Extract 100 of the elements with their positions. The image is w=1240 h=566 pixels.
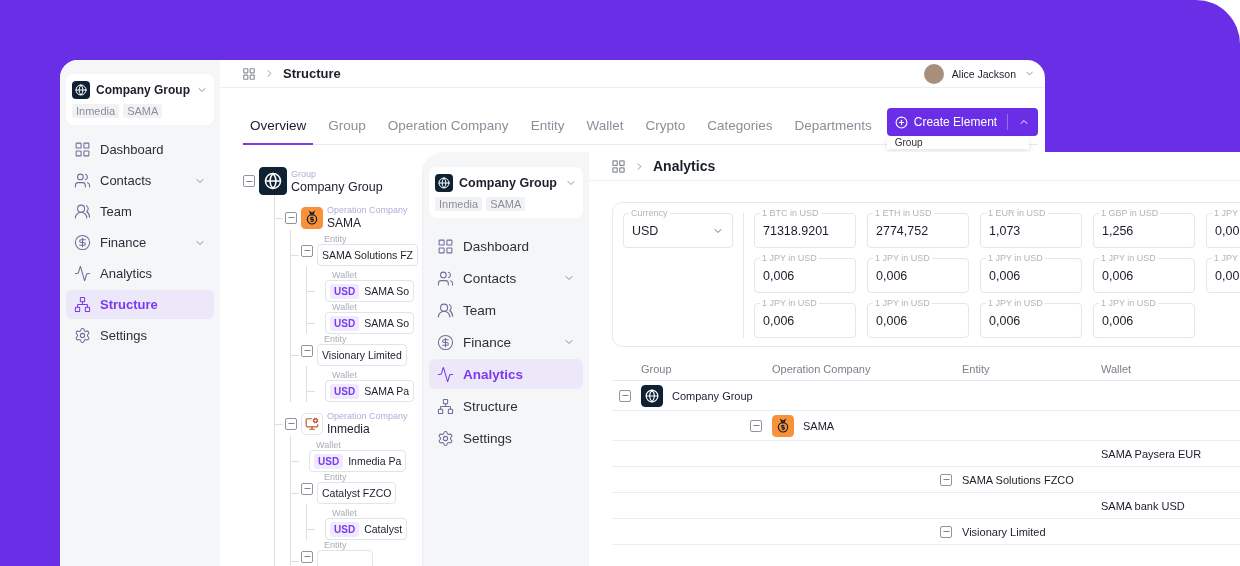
field-value: 0,00 bbox=[1215, 223, 1240, 238]
field-value: 0,006 bbox=[1102, 268, 1135, 283]
entity-card[interactable]: Catalyst FZCO bbox=[317, 482, 397, 504]
company-name: Company Group bbox=[459, 176, 558, 190]
company-tag: Inmedia bbox=[72, 104, 120, 118]
collapse-toggle[interactable] bbox=[285, 417, 297, 430]
field-label: 1 JPY in USD bbox=[986, 298, 1045, 309]
nav-item[interactable]: Finance bbox=[66, 228, 214, 257]
wallet-card[interactable]: USD Catalyst bbox=[325, 518, 408, 540]
currency-badge: USD bbox=[314, 453, 344, 469]
node-name: Visionary Limited bbox=[322, 349, 402, 361]
pulse-icon bbox=[437, 365, 454, 383]
nav-item[interactable]: Finance bbox=[429, 327, 583, 357]
field-value: 0,006 bbox=[989, 268, 1022, 283]
field-label: 1 JPY bbox=[1212, 208, 1240, 219]
nav-item[interactable]: Contacts bbox=[66, 166, 214, 195]
plus-icon bbox=[894, 115, 908, 129]
node-type-label: Entity bbox=[323, 541, 348, 550]
entity-card[interactable]: SAMA Solutions FZ bbox=[317, 244, 419, 266]
entity-card[interactable]: Visionary Limited bbox=[317, 344, 407, 366]
users-icon bbox=[437, 269, 454, 287]
nav-item[interactable]: Structure bbox=[429, 391, 583, 421]
company-tag: SAMA bbox=[486, 197, 526, 211]
pulse-icon bbox=[74, 265, 91, 282]
field-value: 0,006 bbox=[1102, 313, 1135, 328]
collapse-toggle[interactable] bbox=[301, 550, 313, 563]
node-name: SAMA So bbox=[364, 285, 410, 297]
currency-badge: USD bbox=[330, 521, 360, 537]
page-title: Analytics bbox=[653, 158, 717, 174]
company-switcher[interactable]: Company Group Inmedia SAMA bbox=[66, 74, 214, 125]
create-element-button[interactable]: Create Element bbox=[886, 108, 1039, 136]
node-type-label: Entity bbox=[323, 473, 348, 482]
collapse-toggle[interactable] bbox=[301, 482, 313, 495]
coin-icon bbox=[74, 234, 91, 251]
field-value: 2774,752 bbox=[876, 223, 930, 238]
node-name: Catalyst bbox=[364, 523, 403, 535]
nav-item[interactable]: Dashboard bbox=[429, 231, 583, 261]
field-label: 1 JPY in USD bbox=[986, 253, 1045, 264]
wallet-card[interactable]: USD Inmedia Pa bbox=[309, 450, 407, 472]
collapse-toggle[interactable] bbox=[243, 175, 255, 187]
company-tag: SAMA bbox=[123, 104, 163, 118]
nav-item[interactable]: Analytics bbox=[429, 359, 583, 389]
collapse-toggle[interactable] bbox=[750, 419, 762, 432]
currency-badge: USD bbox=[330, 283, 360, 299]
collapse-toggle[interactable] bbox=[940, 525, 952, 538]
grid-icon bbox=[611, 158, 626, 174]
nav-item[interactable]: Settings bbox=[429, 423, 583, 453]
field-label: 1 JPY in USD bbox=[1099, 253, 1158, 264]
node-type-label: Operation Company bbox=[327, 205, 408, 215]
currency-badge: USD bbox=[330, 315, 360, 331]
column-header: Group bbox=[641, 362, 673, 375]
monitor-chart-logo-icon bbox=[301, 412, 323, 435]
globe-logo-icon bbox=[435, 174, 453, 192]
nav-item[interactable]: Contacts bbox=[429, 263, 583, 293]
table-cell: SAMA bbox=[803, 419, 835, 432]
collapse-toggle[interactable] bbox=[301, 344, 313, 357]
menu-item[interactable]: Group bbox=[894, 137, 923, 148]
globe-logo-icon bbox=[72, 81, 90, 99]
collapse-toggle[interactable] bbox=[940, 473, 952, 486]
nav-item[interactable]: Team bbox=[429, 295, 583, 325]
table-cell: SAMA Solutions FZCO bbox=[962, 473, 1074, 486]
node-name: Inmedia bbox=[327, 422, 371, 436]
node-type-label: Operation Company bbox=[327, 411, 408, 421]
node-name: SAMA Solutions FZ bbox=[322, 249, 414, 261]
nav-item[interactable]: Team bbox=[66, 197, 214, 226]
team-icon bbox=[74, 203, 91, 220]
nav-item[interactable]: Structure bbox=[66, 290, 214, 319]
nav-item[interactable]: Analytics bbox=[66, 259, 214, 288]
user-name[interactable]: Alice Jackson bbox=[951, 67, 1016, 80]
field-value: 71318.9201 bbox=[763, 223, 831, 238]
wallet-card[interactable]: USD SAMA So bbox=[325, 312, 415, 334]
field-value: 0,006 bbox=[763, 268, 796, 283]
nav-item[interactable]: Settings bbox=[66, 321, 214, 350]
company-name: Company Group bbox=[96, 83, 190, 97]
wallet-card[interactable]: USD SAMA So bbox=[325, 280, 415, 302]
hierarchy-icon bbox=[437, 397, 454, 415]
user-avatar bbox=[923, 63, 944, 84]
globe-logo-icon bbox=[259, 167, 287, 195]
settings-icon bbox=[74, 327, 91, 344]
node-name: SAMA So bbox=[364, 317, 410, 329]
dashboard-icon bbox=[437, 237, 454, 255]
wallet-card[interactable]: USD SAMA Pa bbox=[325, 380, 415, 402]
nav-item[interactable]: Dashboard bbox=[66, 135, 214, 164]
tab[interactable]: Overview bbox=[243, 118, 314, 145]
field-label: 1 JPY in USD bbox=[760, 253, 819, 264]
collapse-toggle[interactable] bbox=[301, 244, 313, 257]
dashboard-icon bbox=[74, 141, 91, 158]
coin-icon bbox=[437, 333, 454, 351]
node-type-label: Entity bbox=[323, 335, 348, 344]
column-header: Wallet bbox=[1101, 362, 1133, 375]
collapse-toggle[interactable] bbox=[619, 389, 631, 402]
company-switcher[interactable]: Company Group Inmedia SAMA bbox=[429, 167, 583, 218]
field-label: 1 JPY bbox=[1212, 253, 1240, 264]
node-name: Company Group bbox=[291, 179, 383, 194]
collapse-toggle[interactable] bbox=[285, 211, 297, 224]
globe-logo-icon bbox=[641, 384, 663, 407]
table-cell: SAMA Paysera EUR bbox=[1101, 447, 1202, 460]
node-name: Inmedia Pa bbox=[348, 455, 402, 467]
grid-icon bbox=[242, 66, 256, 81]
node-type-label: Wallet bbox=[331, 371, 358, 380]
